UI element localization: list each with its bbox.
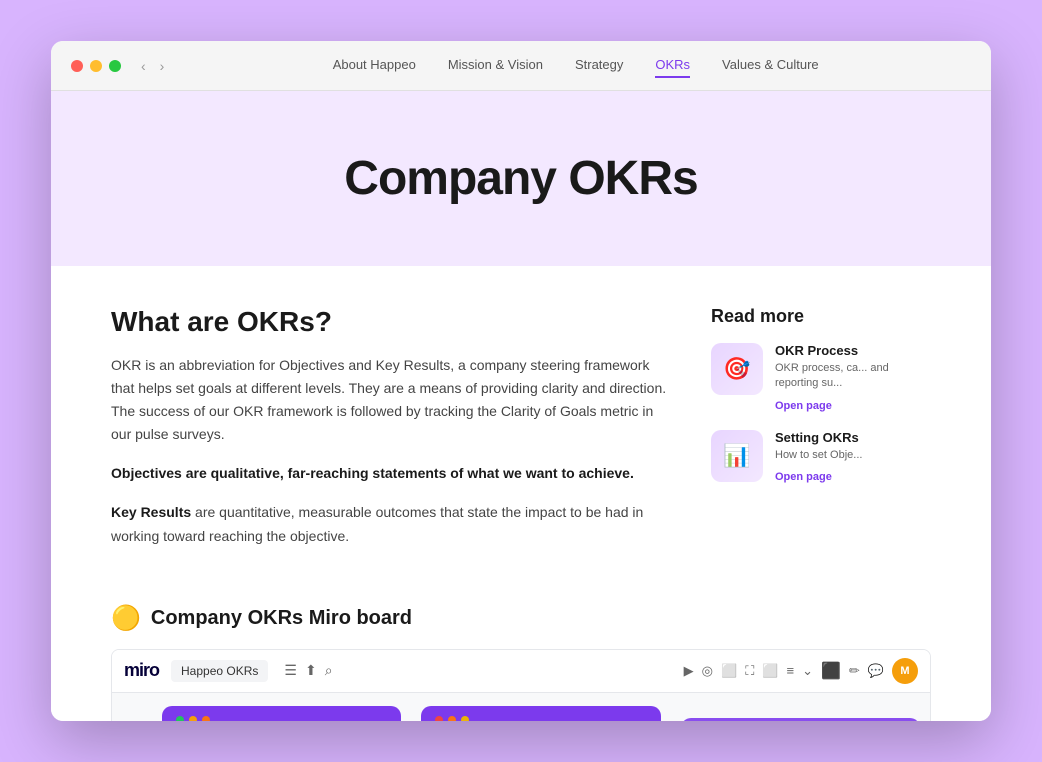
miro-toolbar: miro Happeo OKRs ☰ ⬆ ⌕ ▶ ◎ ⬜ ⛶ ⬜ ≡ ⌄	[112, 650, 930, 693]
miro-board-embed: miro Happeo OKRs ☰ ⬆ ⌕ ▶ ◎ ⬜ ⛶ ⬜ ≡ ⌄	[111, 649, 931, 721]
traffic-light-red[interactable]	[71, 60, 83, 72]
miro-play-icon[interactable]: ▶	[684, 663, 694, 679]
miro-frame-icon[interactable]: ⬜	[721, 663, 737, 679]
content-left: What are OKRs? OKR is an abbreviation fo…	[111, 306, 671, 564]
nav-arrows: ‹ ›	[137, 56, 168, 76]
setting-okrs-title: Setting OKRs	[775, 430, 862, 445]
okr-process-text: OKR Process OKR process, ca... and repor…	[775, 343, 931, 414]
okr-process-link[interactable]: Open page	[775, 400, 832, 412]
miro-section: 🟡 Company OKRs Miro board miro Happeo OK…	[51, 604, 991, 721]
traffic-light-green[interactable]	[109, 60, 121, 72]
product-dot-3	[461, 716, 469, 721]
nav-values[interactable]: Values & Culture	[722, 53, 819, 78]
miro-card-product[interactable]: 👤 Product Team Objectives: Deliver innov…	[421, 706, 660, 721]
nav-okrs[interactable]: OKRs	[655, 53, 690, 78]
miro-emoji: 🟡	[111, 604, 141, 633]
read-more-card-setting-okrs: 📊 Setting OKRs How to set Obje... Open p…	[711, 430, 931, 485]
miro-toolbar-icons: ☰ ⬆ ⌕	[284, 662, 332, 679]
miro-more-icon[interactable]: ⌄	[802, 663, 813, 679]
read-more-title: Read more	[711, 306, 931, 327]
product-dots	[435, 716, 646, 721]
key-results-text: are quantitative, measurable outcomes th…	[111, 504, 643, 543]
miro-card-engineering[interactable]: 👤 Engineering Te...	[681, 718, 920, 721]
key-results-statement: Key Results are quantitative, measurable…	[111, 501, 671, 547]
miro-fullscreen-icon[interactable]: ⛶	[745, 663, 754, 679]
miro-pen-icon[interactable]: ✏	[849, 663, 860, 679]
miro-toolbar-right: ▶ ◎ ⬜ ⛶ ⬜ ≡ ⌄ ⬛ ✏ 💬 M	[684, 658, 918, 684]
forward-button[interactable]: ›	[156, 56, 169, 76]
nav-strategy[interactable]: Strategy	[575, 53, 623, 78]
miro-select-icon[interactable]: ⬛	[821, 661, 841, 681]
okr-process-title: OKR Process	[775, 343, 931, 358]
traffic-light-yellow[interactable]	[90, 60, 102, 72]
miro-comment-icon[interactable]: 💬	[868, 663, 884, 679]
csm-dot-1	[176, 716, 184, 721]
miro-section-title: Company OKRs Miro board	[151, 607, 412, 630]
miro-section-header: 🟡 Company OKRs Miro board	[111, 604, 931, 633]
setting-okrs-description: How to set Obje...	[775, 448, 862, 463]
miro-timer-icon[interactable]: ◎	[702, 663, 713, 679]
nav-about[interactable]: About Happeo	[333, 53, 416, 78]
content-right: Read more 🎯 OKR Process OKR process, ca.…	[711, 306, 931, 564]
miro-board-title[interactable]: Happeo OKRs	[171, 660, 268, 682]
browser-window: ‹ › About Happeo Mission & Vision Strate…	[51, 41, 991, 721]
page-content: Company OKRs What are OKRs? OKR is an ab…	[51, 91, 991, 721]
what-are-okrs-heading: What are OKRs?	[111, 306, 671, 338]
miro-share-icon[interactable]: ≡	[786, 663, 794, 678]
miro-cards-container: 👤 CSM Team Objectives: Maximize customer…	[112, 706, 930, 721]
read-more-card-okr-process: 🎯 OKR Process OKR process, ca... and rep…	[711, 343, 931, 414]
miro-search-icon[interactable]: ⌕	[325, 662, 333, 679]
objectives-bold: Objectives are qualitative, far-reaching…	[111, 465, 634, 481]
miro-user-avatar: M	[892, 658, 918, 684]
miro-logo: miro	[124, 660, 159, 681]
miro-present-icon[interactable]: ⬜	[762, 663, 778, 679]
csm-dot-2	[189, 716, 197, 721]
okr-process-description: OKR process, ca... and reporting su...	[775, 361, 931, 392]
csm-dots	[176, 716, 387, 721]
key-results-bold: Key Results	[111, 504, 191, 520]
product-dot-2	[448, 716, 456, 721]
miro-card-csm[interactable]: 👤 CSM Team Objectives: Maximize customer…	[162, 706, 401, 721]
miro-canvas[interactable]: ↖ ⬜ 👤	[112, 693, 930, 721]
top-navigation: About Happeo Mission & Vision Strategy O…	[180, 53, 971, 78]
main-content: What are OKRs? OKR is an abbreviation fo…	[51, 266, 991, 604]
back-button[interactable]: ‹	[137, 56, 150, 76]
page-title: Company OKRs	[71, 151, 971, 206]
traffic-lights	[71, 60, 121, 72]
okr-description-1: OKR is an abbreviation for Objectives an…	[111, 354, 671, 446]
okr-process-icon: 🎯	[711, 343, 763, 395]
miro-menu-icon[interactable]: ☰	[284, 662, 297, 679]
setting-okrs-link[interactable]: Open page	[775, 471, 832, 483]
setting-okrs-icon: 📊	[711, 430, 763, 482]
product-dot-1	[435, 716, 443, 721]
setting-okrs-text: Setting OKRs How to set Obje... Open pag…	[775, 430, 862, 485]
objectives-statement: Objectives are qualitative, far-reaching…	[111, 462, 671, 485]
csm-dot-3	[202, 716, 210, 721]
hero-section: Company OKRs	[51, 91, 991, 266]
browser-chrome: ‹ › About Happeo Mission & Vision Strate…	[51, 41, 991, 91]
nav-mission[interactable]: Mission & Vision	[448, 53, 543, 78]
miro-export-icon[interactable]: ⬆	[305, 662, 317, 679]
